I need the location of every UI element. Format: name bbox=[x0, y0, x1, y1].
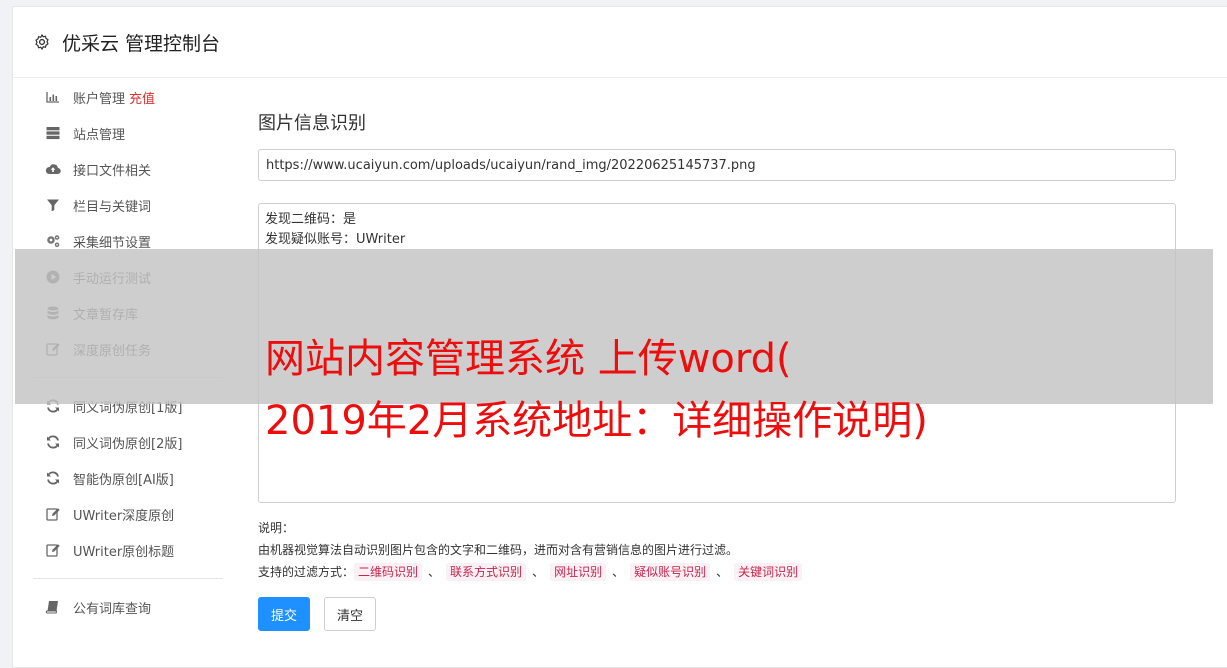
filter-tag: 二维码识别 bbox=[354, 563, 423, 581]
separator: 、 bbox=[428, 565, 441, 579]
overlay-caption: 网站内容管理系统 上传word( 2019年2月系统地址：详细操作说明) bbox=[265, 328, 1165, 452]
sidebar-item-label: 账户管理 bbox=[73, 91, 126, 107]
refresh-icon bbox=[45, 434, 61, 450]
bar-chart-icon bbox=[45, 89, 61, 105]
filter-icon bbox=[45, 197, 61, 213]
recharge-link[interactable]: 充值 bbox=[129, 88, 155, 107]
filter-tag: 网址识别 bbox=[550, 563, 607, 581]
description: 说明： 由机器视觉算法自动识别图片包含的文字和二维码，进而对含有营销信息的图片进… bbox=[258, 517, 1178, 583]
sidebar-item-label: UWriter深度原创 bbox=[73, 508, 175, 524]
sidebar-item[interactable]: 账户管理 充值 bbox=[13, 79, 223, 115]
page-title: 优采云 管理控制台 bbox=[62, 32, 221, 55]
sidebar-item[interactable]: 栏目与关键词 bbox=[13, 187, 223, 223]
image-url-input[interactable] bbox=[258, 149, 1176, 181]
separator: 、 bbox=[532, 565, 545, 579]
overlay-line: 网站内容管理系统 上传word( bbox=[265, 336, 792, 382]
description-label: 说明： bbox=[258, 521, 295, 535]
separator: 、 bbox=[612, 565, 625, 579]
description-text: 由机器视觉算法自动识别图片包含的文字和二维码，进而对含有营销信息的图片进行过滤。 bbox=[258, 543, 739, 557]
sidebar-item-label: 同义词伪原创[2版] bbox=[73, 436, 183, 452]
clear-button[interactable]: 清空 bbox=[324, 597, 377, 631]
filter-tag: 联系方式识别 bbox=[446, 563, 527, 581]
button-row: 提交 清空 bbox=[258, 597, 1178, 631]
gears-icon bbox=[45, 233, 61, 249]
sidebar-item[interactable]: UWriter深度原创 bbox=[13, 496, 223, 532]
sidebar-item-label: 站点管理 bbox=[73, 127, 126, 143]
refresh-icon bbox=[45, 470, 61, 486]
sidebar-item[interactable]: 站点管理 bbox=[13, 115, 223, 151]
sidebar-item-label: 智能伪原创[AI版] bbox=[73, 472, 174, 488]
sidebar-divider bbox=[33, 578, 223, 579]
filter-methods: 支持的过滤方式： 二维码识别、联系方式识别、网址识别、疑似账号识别、关键词识别 bbox=[258, 561, 1178, 583]
gear-icon bbox=[35, 34, 49, 50]
sidebar-item-label: 采集细节设置 bbox=[73, 235, 152, 251]
sidebar-item[interactable]: 接口文件相关 bbox=[13, 151, 223, 187]
server-icon bbox=[45, 125, 61, 141]
sidebar-item[interactable]: 公有词库查询 bbox=[13, 589, 223, 625]
sidebar-item-label: 公有词库查询 bbox=[73, 601, 152, 617]
filter-label: 支持的过滤方式： bbox=[258, 565, 355, 579]
card-header: 优采云 管理控制台 bbox=[13, 7, 1227, 78]
edit-icon bbox=[45, 542, 61, 558]
sidebar-item[interactable]: UWriter原创标题 bbox=[13, 532, 223, 568]
result-line: 发现二维码：是 bbox=[265, 212, 357, 227]
edit-icon bbox=[45, 506, 61, 522]
section-title: 图片信息识别 bbox=[258, 113, 366, 134]
result-line: 发现疑似账号：UWriter bbox=[265, 232, 406, 247]
sidebar-item[interactable]: 同义词伪原创[2版] bbox=[13, 424, 223, 460]
book-icon bbox=[45, 599, 61, 615]
sidebar-item[interactable]: 智能伪原创[AI版] bbox=[13, 460, 223, 496]
sidebar-item-label: 接口文件相关 bbox=[73, 163, 152, 179]
overlay-line: 2019年2月系统地址：详细操作说明) bbox=[265, 398, 928, 444]
submit-button[interactable]: 提交 bbox=[258, 597, 311, 631]
sidebar-item-label: 栏目与关键词 bbox=[73, 199, 152, 215]
separator: 、 bbox=[716, 565, 729, 579]
filter-tag: 关键词识别 bbox=[734, 563, 803, 581]
cloud-upload-icon bbox=[45, 161, 61, 177]
filter-tag: 疑似账号识别 bbox=[630, 563, 711, 581]
sidebar-item-label: UWriter原创标题 bbox=[73, 544, 175, 560]
